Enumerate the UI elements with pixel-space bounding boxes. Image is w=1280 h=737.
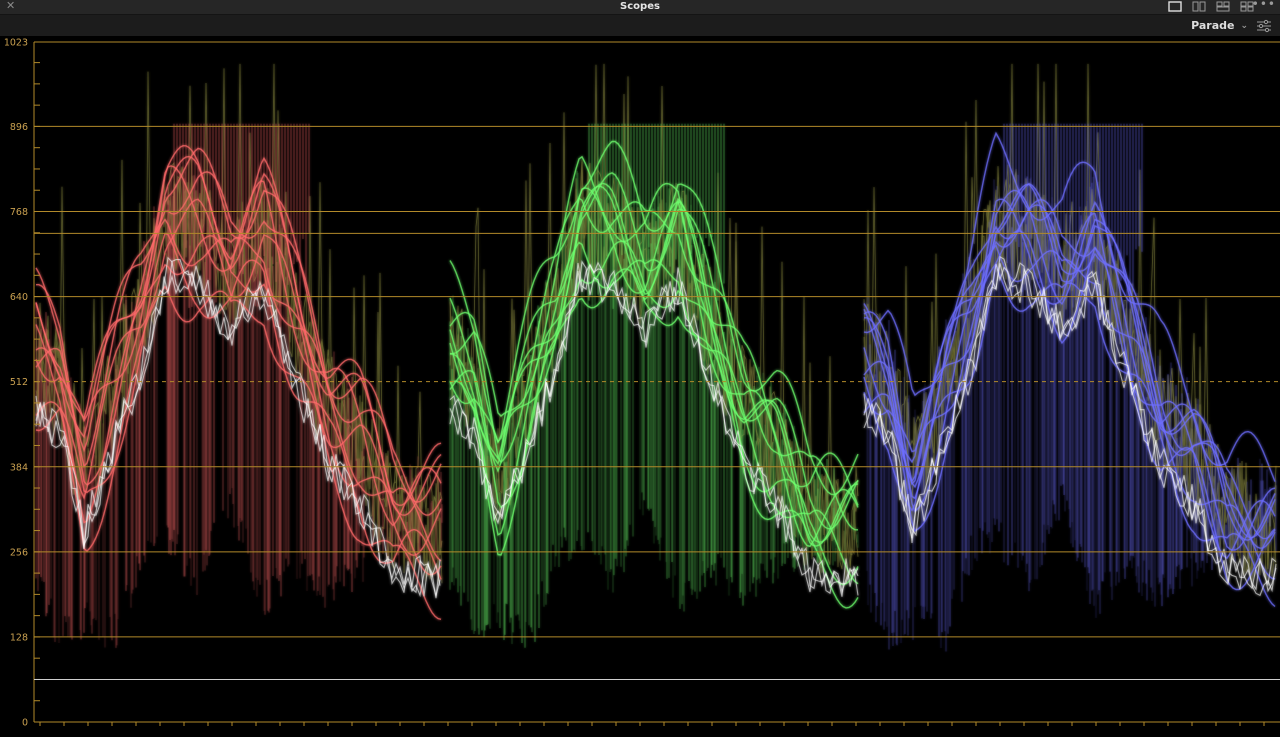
sliders-settings-icon[interactable] (1256, 18, 1272, 33)
more-options-icon[interactable]: ••• (1252, 0, 1276, 11)
rgb-parade-scope: 1023 896 768 640 512 384 256 128 0 (0, 36, 1280, 737)
scale-label-384: 384 (10, 462, 28, 473)
scope-mode-dropdown[interactable]: Parade ⌄ (1191, 18, 1248, 33)
red-channel-trace (35, 63, 443, 648)
scale-label-0: 0 (22, 718, 28, 729)
scope-mode-label: Parade (1191, 19, 1235, 32)
window-title: Scopes (620, 1, 660, 12)
scale-label-512: 512 (10, 377, 28, 388)
green-channel-trace (449, 63, 859, 648)
scope-toolbar: Parade ⌄ (0, 15, 1280, 36)
title-bar: ✕ Scopes ••• (0, 0, 1280, 15)
parade-graph: 1023 896 768 640 512 384 256 128 0 (4, 38, 1280, 729)
blue-channel-trace (863, 63, 1277, 652)
quad-view-icon[interactable] (1216, 1, 1230, 12)
single-view-icon[interactable] (1168, 1, 1182, 12)
scale-label-256: 256 (10, 547, 28, 558)
scale-label-640: 640 (10, 292, 28, 303)
dual-view-icon[interactable] (1192, 1, 1206, 12)
scale-label-128: 128 (10, 632, 28, 643)
scale-label-896: 896 (10, 122, 28, 133)
scale-label-1023: 1023 (4, 38, 28, 49)
chevron-down-icon: ⌄ (1240, 20, 1248, 31)
scale-label-768: 768 (10, 207, 28, 218)
